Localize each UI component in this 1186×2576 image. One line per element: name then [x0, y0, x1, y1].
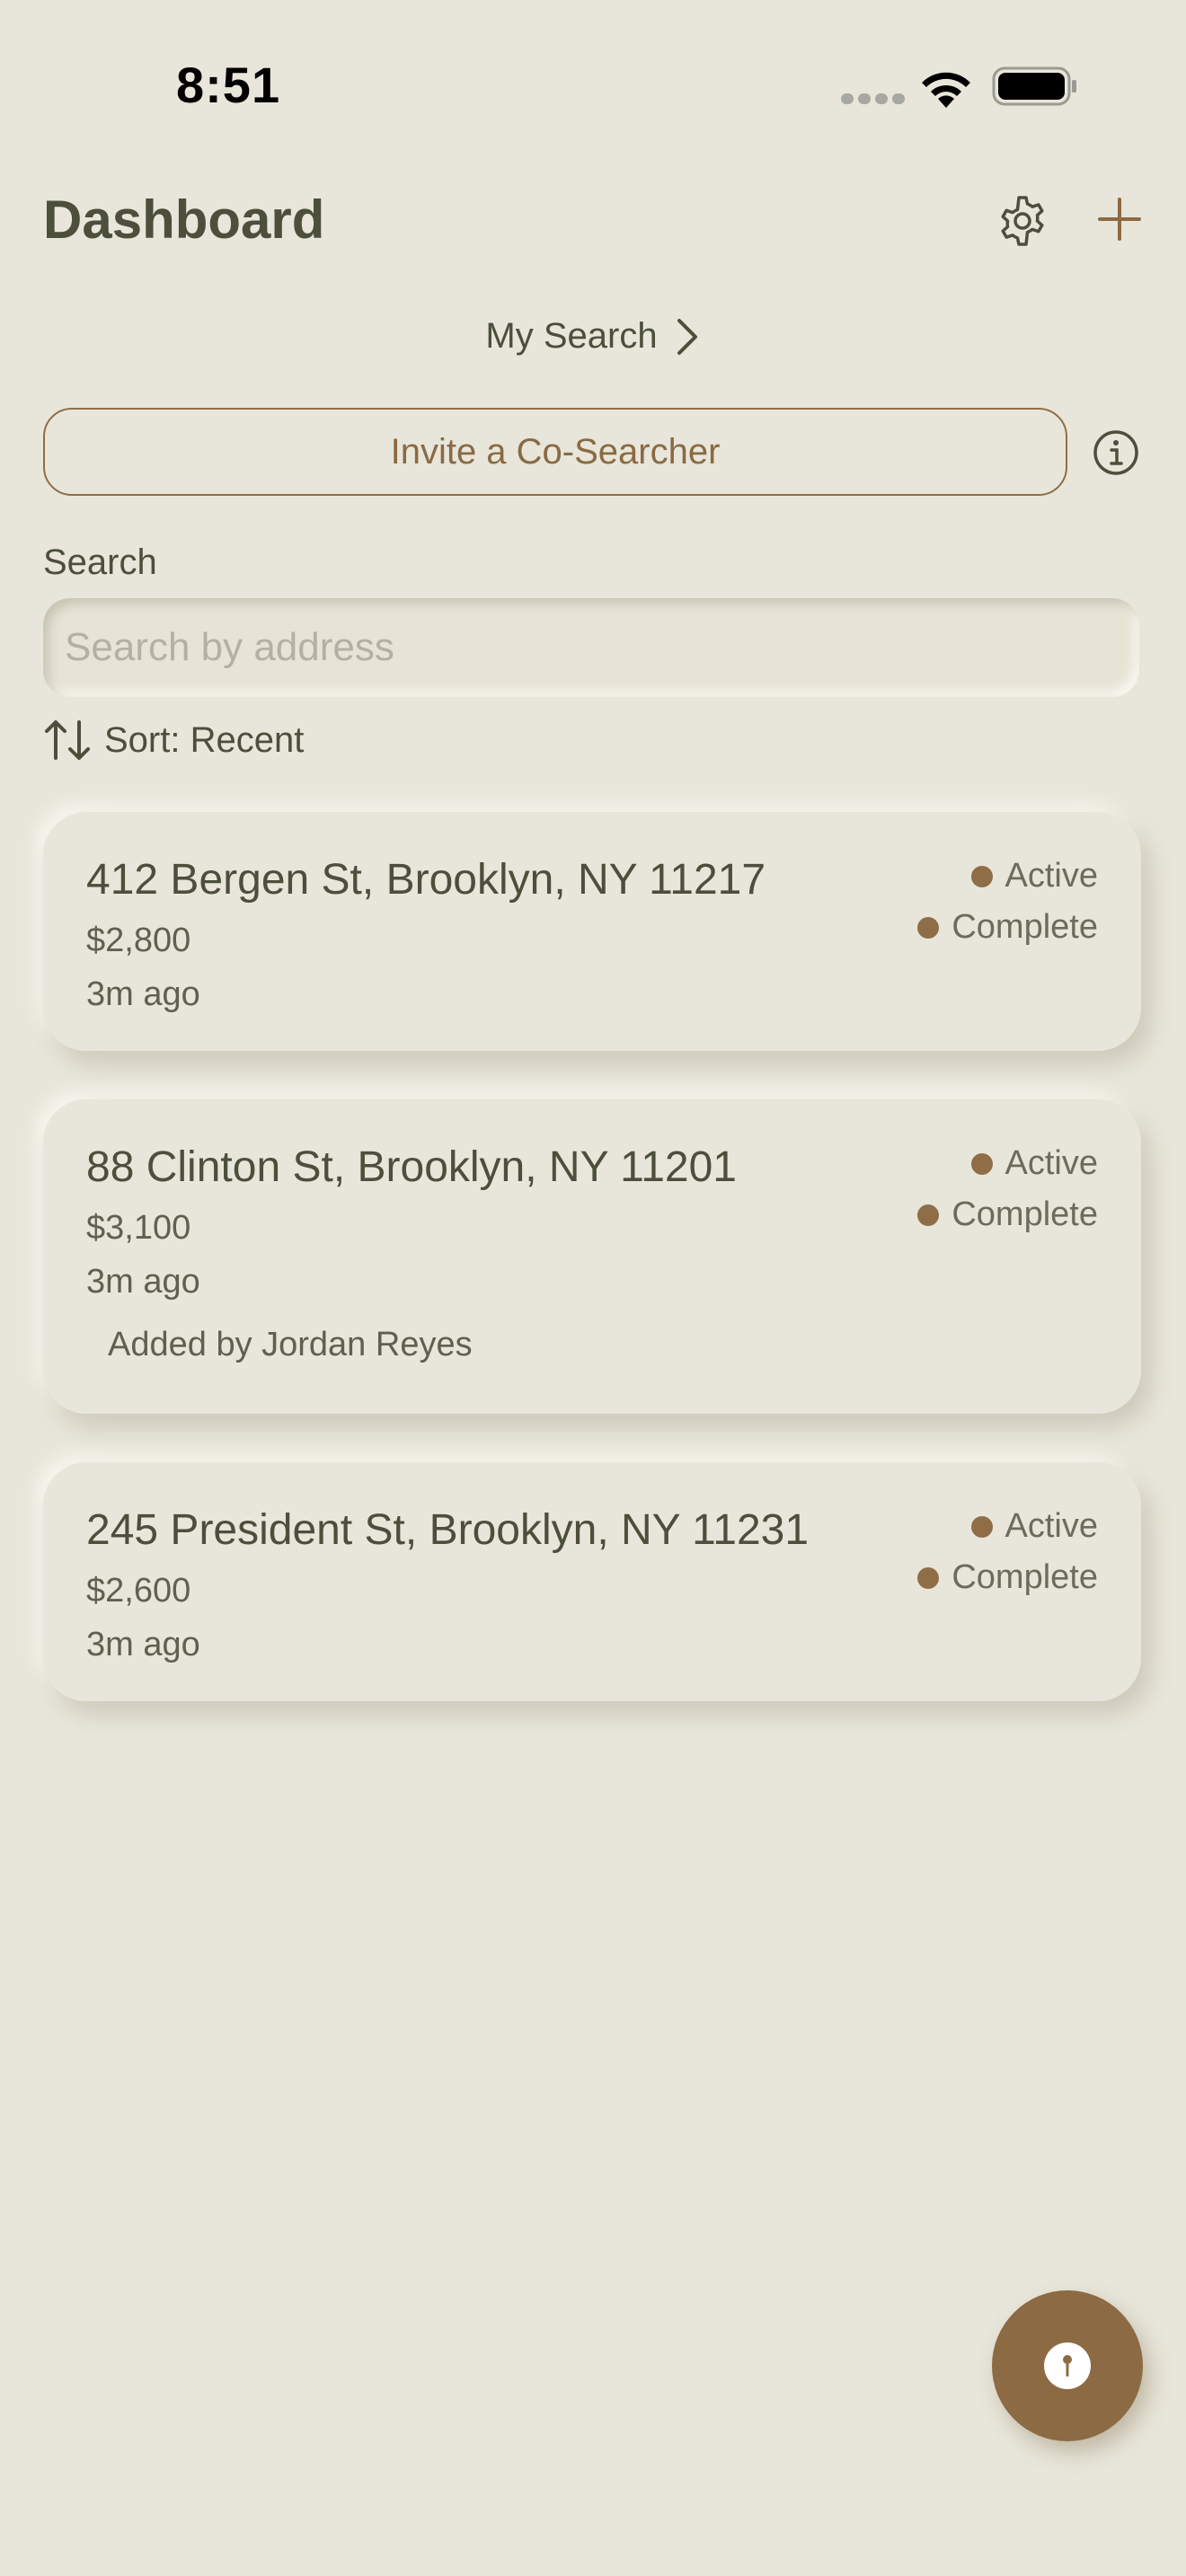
info-icon[interactable]	[1093, 429, 1139, 476]
dashboard-screen: 8:51 Dashboard My Search Invite a Co-Sea…	[0, 0, 1186, 2576]
pin-icon	[1044, 2342, 1091, 2389]
listing-address: 412 Bergen St, Brooklyn, NY 11217	[86, 856, 766, 904]
listing-badges: Active Complete	[917, 1507, 1098, 1597]
status-dot	[970, 1152, 993, 1175]
my-search-link[interactable]: My Search	[0, 316, 1186, 357]
plus-icon[interactable]	[1096, 196, 1143, 243]
gear-icon[interactable]	[996, 194, 1049, 248]
status-dot	[917, 1566, 940, 1589]
listing-card[interactable]: 412 Bergen St, Brooklyn, NY 11217 $2,800…	[43, 812, 1141, 1051]
sort-arrows-icon	[45, 720, 90, 760]
status-badge-complete: Complete	[917, 1558, 1098, 1597]
status-badge-label: Active	[1005, 1507, 1098, 1545]
status-badge-label: Active	[1005, 1144, 1098, 1182]
status-badge-label: Complete	[951, 908, 1098, 946]
status-badge-complete: Complete	[917, 1195, 1098, 1234]
search-input[interactable]	[43, 598, 1139, 697]
wifi-icon	[922, 72, 970, 108]
chevron-right-icon	[677, 318, 697, 355]
status-dot	[917, 1204, 940, 1226]
status-badge-label: Active	[1005, 857, 1098, 895]
battery-icon	[992, 66, 1076, 106]
invite-co-searcher-button[interactable]: Invite a Co-Searcher	[43, 408, 1067, 496]
page-title: Dashboard	[43, 190, 325, 250]
listing-badges: Active Complete	[917, 857, 1098, 947]
listing-time: 3m ago	[86, 1263, 200, 1301]
listing-address: 88 Clinton St, Brooklyn, NY 11201	[86, 1143, 737, 1191]
sort-label: Sort: Recent	[104, 719, 305, 760]
status-badge-label: Complete	[951, 1195, 1098, 1233]
search-label: Search	[43, 543, 157, 582]
sort-button[interactable]: Sort: Recent	[43, 719, 304, 762]
status-dot	[970, 865, 993, 887]
listing-time: 3m ago	[86, 975, 200, 1013]
listing-card[interactable]: 245 President St, Brooklyn, NY 11231 $2,…	[43, 1462, 1141, 1701]
listing-time: 3m ago	[86, 1626, 200, 1663]
status-badge-label: Complete	[951, 1558, 1098, 1596]
status-badge-complete: Complete	[917, 908, 1098, 947]
status-time: 8:51	[176, 57, 281, 113]
my-search-label: My Search	[485, 316, 658, 356]
listing-price: $2,800	[86, 922, 191, 959]
cellular-signal-icon	[841, 93, 905, 104]
listing-address: 245 President St, Brooklyn, NY 11231	[86, 1506, 810, 1554]
status-dot	[970, 1515, 993, 1538]
listing-badges: Active Complete	[917, 1144, 1098, 1234]
status-badge-active: Active	[970, 1144, 1098, 1183]
status-dot	[917, 916, 940, 939]
pin-fab-button[interactable]	[992, 2290, 1143, 2441]
listing-price: $2,600	[86, 1572, 191, 1610]
status-badge-active: Active	[970, 857, 1098, 895]
listing-added-by: Added by Jordan Reyes	[108, 1326, 473, 1363]
status-badge-active: Active	[970, 1507, 1098, 1546]
listing-price: $3,100	[86, 1209, 191, 1247]
listing-card[interactable]: 88 Clinton St, Brooklyn, NY 11201 $3,100…	[43, 1099, 1141, 1414]
